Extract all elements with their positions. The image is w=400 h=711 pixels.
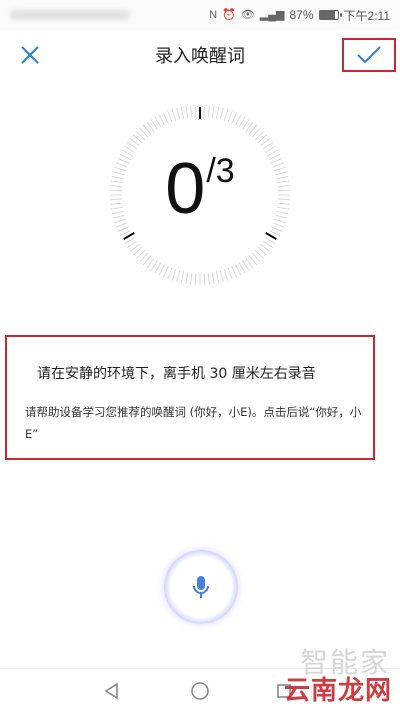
dial-tick <box>227 267 233 280</box>
count-total: /3 <box>206 152 235 190</box>
nav-home-button[interactable] <box>188 679 212 703</box>
dial-tick <box>207 105 210 118</box>
dial-tick <box>162 266 169 278</box>
dial-tick <box>194 105 197 118</box>
page-title: 录入唤醒词 <box>155 46 245 67</box>
dial-tick <box>219 270 224 283</box>
dial-tick <box>227 110 233 123</box>
signal-icon: ▂▄▆ <box>259 8 285 21</box>
dial-tick <box>219 107 224 120</box>
dial-tick <box>203 105 206 118</box>
dial-tick <box>215 271 220 284</box>
instruction-sub: 请帮助设备学习您推荐的唤醒词 (你好，小E)。点击后说“你好，小E” <box>25 405 362 441</box>
dial-tick <box>234 114 242 126</box>
progress-dial: 0/3 <box>105 100 295 290</box>
status-time: 下午2:11 <box>343 8 390 23</box>
dial-tick <box>238 116 246 128</box>
dial-tick <box>223 109 229 121</box>
recording-counter: 0/3 <box>105 148 295 230</box>
battery-fill <box>319 11 336 19</box>
dial-tick <box>215 106 220 119</box>
microphone-button[interactable] <box>164 550 238 624</box>
nfc-icon: N <box>209 8 218 21</box>
microphone-icon <box>193 576 209 598</box>
dial-tick <box>167 110 173 123</box>
dial-tick <box>176 107 181 120</box>
dial-tick <box>190 272 193 285</box>
dial-step-marker <box>265 232 277 240</box>
dial-tick <box>194 272 197 285</box>
dial-tick <box>211 106 215 119</box>
dial-tick <box>176 270 181 283</box>
dial-tick <box>154 116 162 128</box>
alarm-icon: ⏰ <box>222 8 236 21</box>
dial-tick <box>158 264 166 276</box>
dial-tick <box>231 266 238 278</box>
dial-tick <box>203 272 206 285</box>
header: 录入唤醒词 <box>0 30 400 78</box>
status-icons: N ⏰ 👁 ▂▄▆ 87% 下午2:11 <box>209 7 390 24</box>
nav-back-button[interactable] <box>100 679 124 703</box>
instruction-box: 请在安静的环境下，离手机 30 厘米左右录音 请帮助设备学习您推荐的唤醒词 (你… <box>5 335 375 460</box>
dial-tick <box>234 264 242 276</box>
dial-tick <box>158 114 166 126</box>
battery-icon <box>318 10 342 20</box>
dial-tick <box>231 112 238 124</box>
dial-tick <box>185 271 189 284</box>
dial-tick <box>162 112 169 124</box>
home-circle-icon <box>191 682 209 700</box>
instruction-main: 请在安静的环境下，离手机 30 厘米左右录音 <box>37 366 316 382</box>
dial-tick <box>223 269 229 281</box>
status-bar: N ⏰ 👁 ▂▄▆ 87% 下午2:11 <box>0 0 400 30</box>
watermark: 云南龙网 <box>283 676 392 706</box>
status-notifications-blurred <box>10 10 130 20</box>
battery-percent: 87% <box>289 8 314 22</box>
dial-tick <box>180 271 185 284</box>
check-icon <box>357 46 381 64</box>
dial-tick <box>211 271 215 284</box>
confirm-button[interactable] <box>342 38 396 72</box>
dial-tick <box>171 109 177 121</box>
dial-tick <box>167 267 173 280</box>
eye-icon: 👁 <box>240 8 255 21</box>
count-current: 0 <box>165 149 207 229</box>
dial-tick <box>238 262 246 274</box>
dial-tick <box>180 106 185 119</box>
dial-tick <box>171 269 177 281</box>
dial-tick <box>207 272 210 285</box>
dial-tick <box>154 262 162 274</box>
dial-tick <box>185 106 189 119</box>
back-triangle-icon <box>104 682 118 700</box>
dial-tick <box>190 105 193 118</box>
dial-step-marker <box>123 232 135 240</box>
